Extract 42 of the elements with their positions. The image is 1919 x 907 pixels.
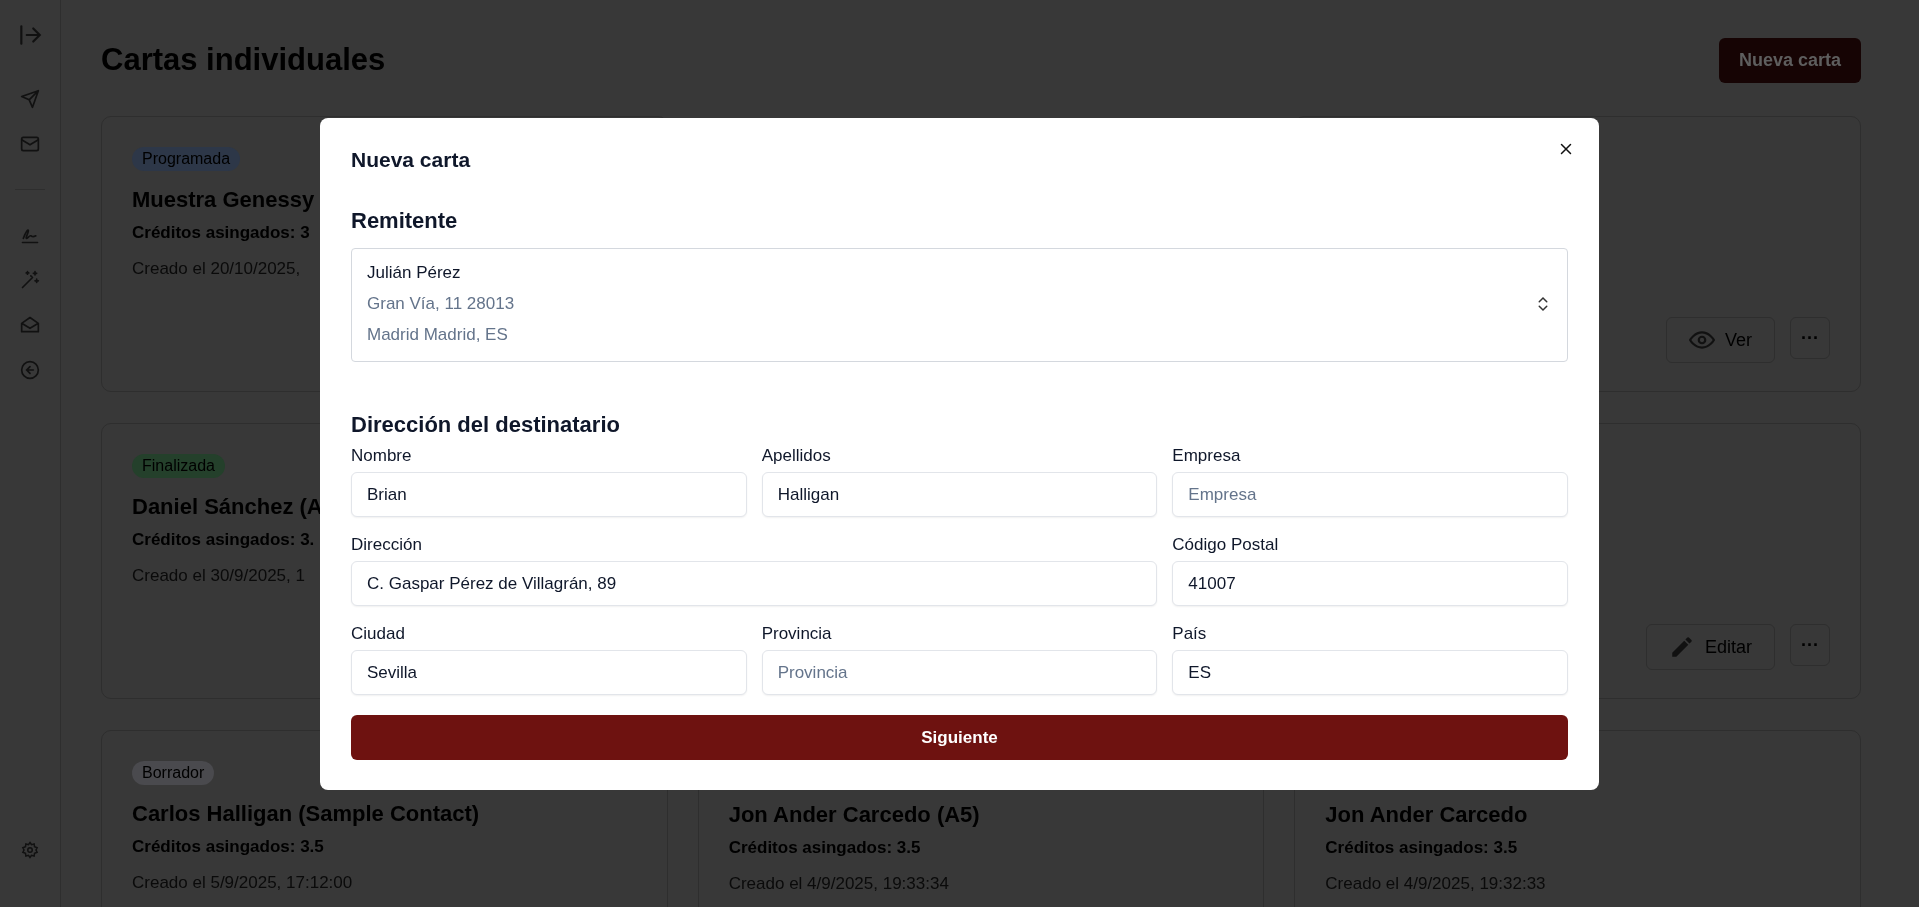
card-title: Carlos Halligan (Sample Contact) xyxy=(132,801,480,827)
card-title: Jon Ander Carcedo (A5) xyxy=(728,802,980,828)
credits-text: Créditos asingados: 3.5 xyxy=(728,838,921,858)
expand-sidebar-icon[interactable] xyxy=(17,22,43,48)
magic-wand-icon[interactable] xyxy=(20,270,40,290)
mail-icon[interactable] xyxy=(20,134,40,154)
field-label: País xyxy=(1172,624,1208,644)
input-field[interactable]: Provincia xyxy=(761,650,1158,695)
credits-text: Créditos asingados: 3.5 xyxy=(132,837,324,857)
status-badge: Programada xyxy=(132,147,241,171)
credits-text: Créditos asingados: 3. xyxy=(132,530,315,550)
card-title: Daniel Sánchez (A xyxy=(132,494,323,520)
section-heading: Dirección del destinatario xyxy=(351,412,621,438)
input-field[interactable]: Halligan xyxy=(761,472,1158,517)
input-field[interactable]: ES xyxy=(1172,650,1568,695)
field-label: Dirección xyxy=(351,535,423,555)
status-badge: Finalizada xyxy=(132,454,225,478)
input-field[interactable]: 41007 xyxy=(1172,561,1568,606)
input-field[interactable]: Brian xyxy=(351,472,747,517)
next-button[interactable]: Siguiente xyxy=(351,715,1568,760)
credits-text: Créditos asingados: 3.5 xyxy=(1325,838,1518,858)
pencil-icon xyxy=(1669,634,1695,660)
sender-select[interactable]: Julián Pérez Gran Vía, 11 28013 Madrid Madrid, ES xyxy=(351,248,1568,362)
open-envelope-icon[interactable] xyxy=(20,315,40,335)
input-field[interactable]: Empresa xyxy=(1172,472,1568,517)
status-badge: Borrador xyxy=(132,761,215,785)
dialog-title: Nueva carta xyxy=(351,148,472,172)
input-field[interactable]: C. Gaspar Pérez de Villagrán, 89 xyxy=(351,561,1158,606)
field-label: Ciudad xyxy=(351,624,406,644)
section-heading: Remitente xyxy=(351,208,459,234)
send-icon[interactable] xyxy=(20,89,40,109)
page-title: Cartas individuales xyxy=(101,42,386,78)
field-label: Código Postal xyxy=(1172,535,1280,555)
field-label: Empresa xyxy=(1172,446,1242,466)
credits-text: Créditos asingados: 3 xyxy=(132,223,310,243)
card-title: Jon Ander Carcedo xyxy=(1325,802,1528,828)
input-field[interactable]: Sevilla xyxy=(351,650,747,695)
field-label: Provincia xyxy=(761,624,833,644)
settings-icon[interactable] xyxy=(21,841,39,859)
card-title: Muestra Genessy xyxy=(132,187,315,213)
field-label: Apellidos xyxy=(761,446,832,466)
field-label: Nombre xyxy=(351,446,413,466)
